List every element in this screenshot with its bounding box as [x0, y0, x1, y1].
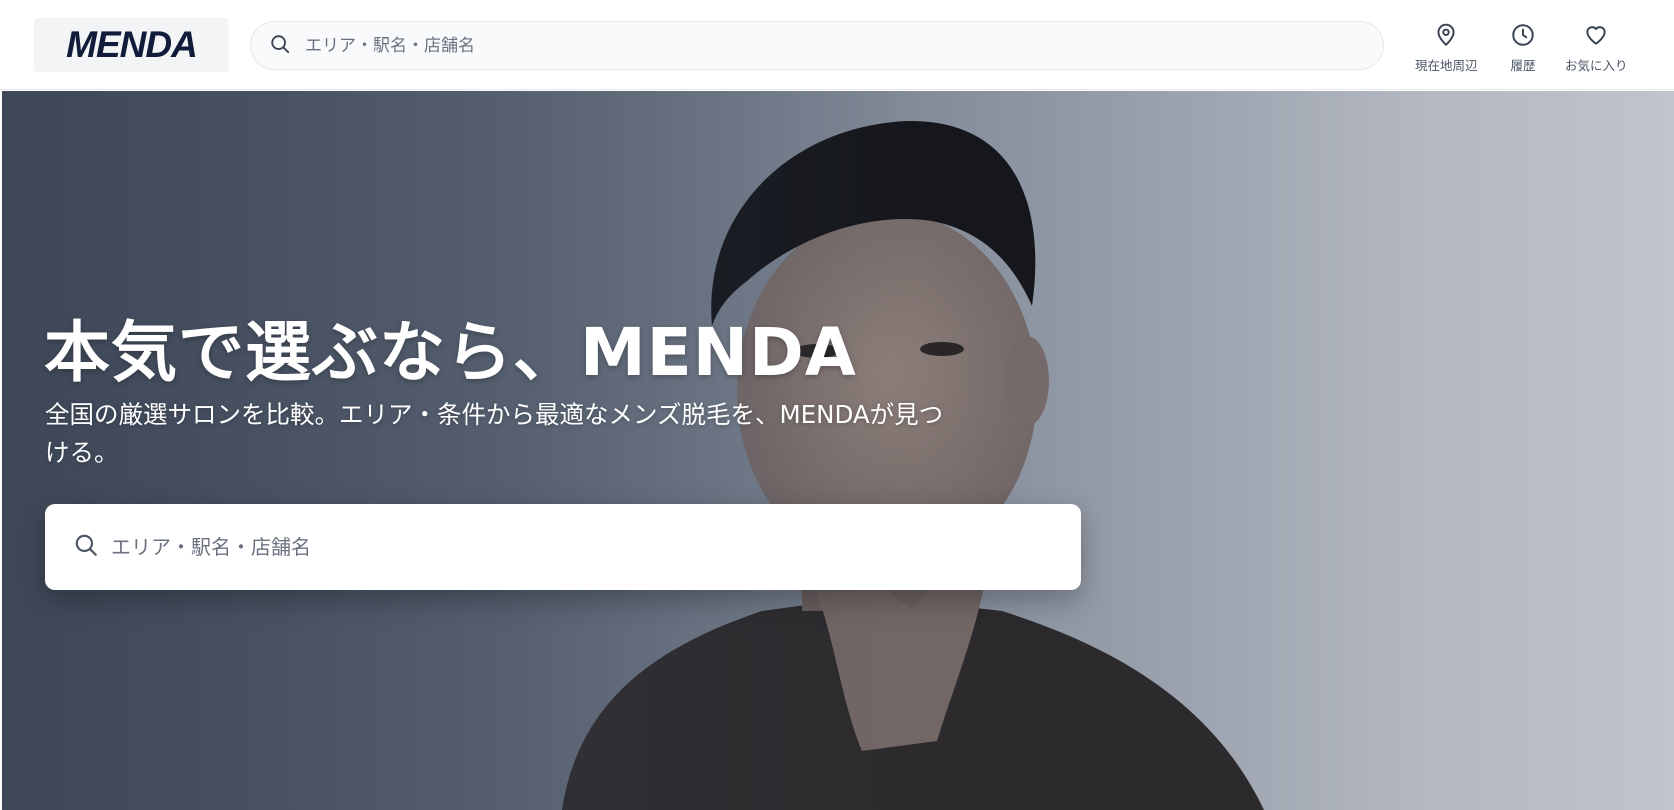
nav-nearby-button[interactable]: 現在地周辺: [1415, 22, 1478, 74]
header-search-bar[interactable]: [250, 21, 1384, 70]
header-search-input[interactable]: [303, 34, 1363, 57]
hero-subtitle: 全国の厳選サロンを比較。エリア・条件から最適なメンズ脱毛を、MENDAが見つける…: [45, 400, 944, 467]
nav-history-label: 履歴: [1510, 58, 1536, 73]
location-pin-icon: [1433, 22, 1459, 52]
hero-search-input[interactable]: [109, 534, 1059, 560]
menda-logo[interactable]: MENDA: [34, 18, 229, 72]
nav-history-button[interactable]: 履歴: [1510, 22, 1536, 74]
hero-title: 本気で選ぶなら、MENDA: [44, 314, 857, 391]
site-header: MENDA 現在地周辺 履歴: [0, 0, 1674, 90]
nav-nearby-label: 現在地周辺: [1415, 58, 1478, 73]
search-icon: [269, 33, 291, 59]
heart-icon: [1583, 22, 1609, 52]
search-icon: [73, 532, 99, 562]
clock-icon: [1510, 22, 1536, 52]
logo-text: MENDA: [66, 24, 198, 65]
hero-search-bar[interactable]: [45, 504, 1081, 590]
nav-favorites-label: お気に入り: [1565, 58, 1628, 73]
nav-favorites-button[interactable]: お気に入り: [1565, 22, 1628, 74]
hero-section: 本気で選ぶなら、MENDA 全国の厳選サロンを比較。エリア・条件から最適なメンズ…: [2, 91, 1674, 810]
